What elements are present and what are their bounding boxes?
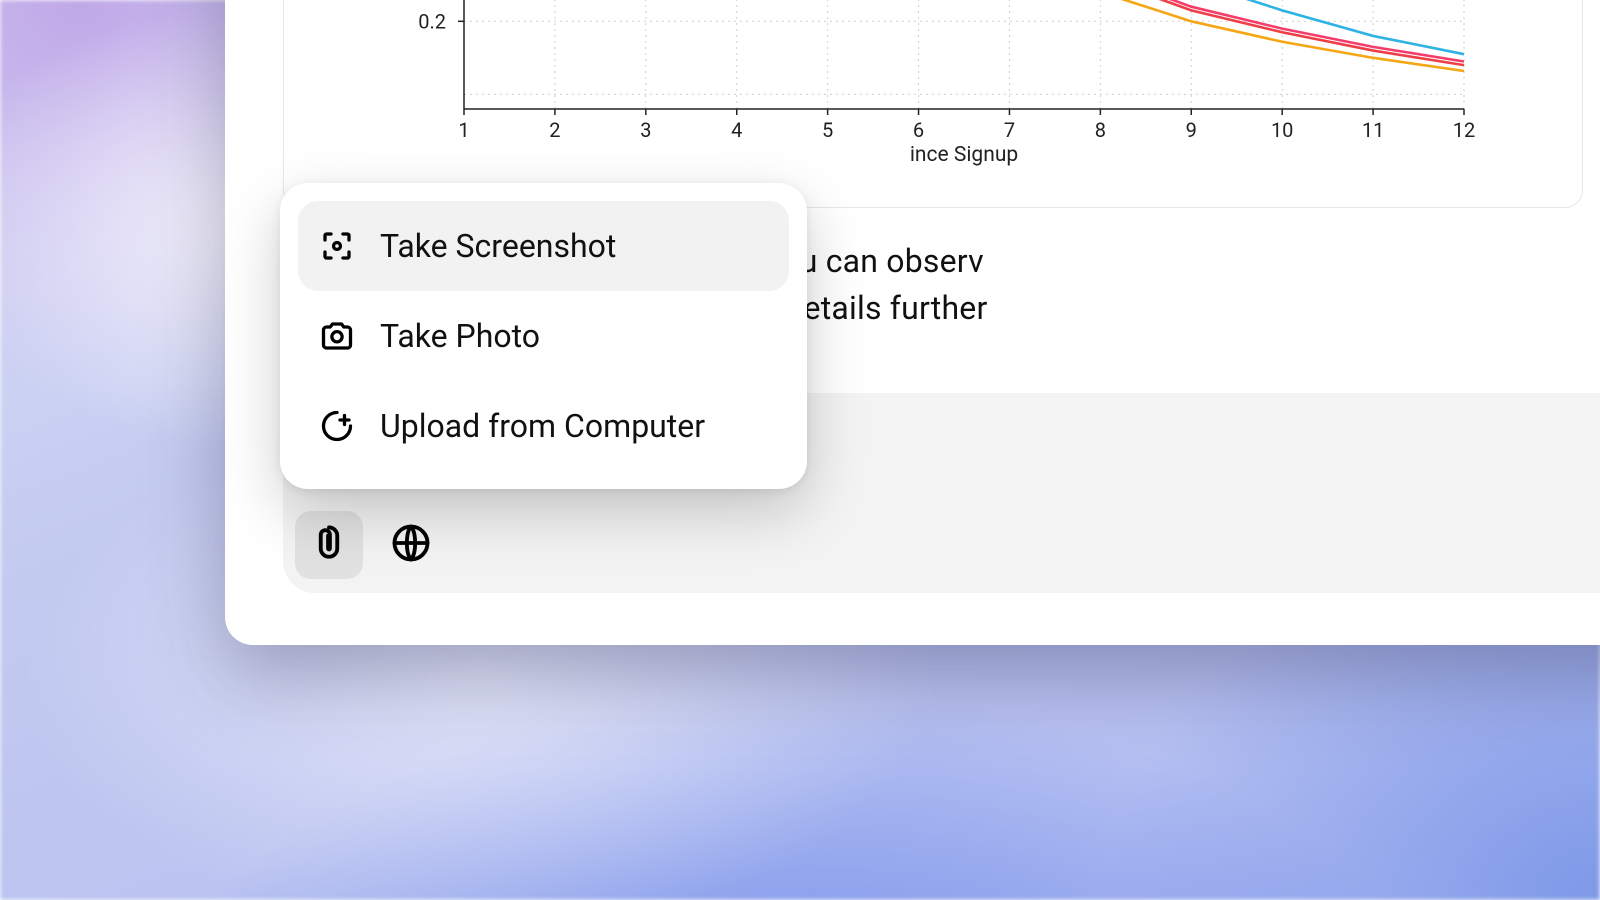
- svg-text:0.2: 0.2: [418, 9, 446, 33]
- web-button[interactable]: [377, 511, 445, 579]
- svg-text:1: 1: [458, 118, 469, 142]
- globe-icon: [389, 521, 433, 569]
- svg-text:4: 4: [731, 118, 742, 142]
- svg-text:7: 7: [1004, 118, 1015, 142]
- svg-text:2: 2: [549, 118, 560, 142]
- menu-item-camera[interactable]: Take Photo: [298, 291, 789, 381]
- svg-text:11: 11: [1362, 118, 1384, 142]
- chart-card: 0.2123456789101112ince Signup: [283, 0, 1583, 208]
- svg-text:6: 6: [913, 118, 924, 142]
- menu-item-screenshot[interactable]: Take Screenshot: [298, 201, 789, 291]
- menu-item-label: Take Photo: [380, 317, 540, 355]
- upload-icon: [318, 407, 356, 445]
- svg-text:8: 8: [1095, 118, 1106, 142]
- camera-icon: [318, 317, 356, 355]
- retention-chart: 0.2123456789101112ince Signup: [384, 0, 1484, 169]
- attach-button[interactable]: [295, 511, 363, 579]
- svg-text:3: 3: [640, 118, 651, 142]
- svg-text:5: 5: [822, 118, 833, 142]
- menu-item-upload[interactable]: Upload from Computer: [298, 381, 789, 471]
- svg-text:12: 12: [1453, 118, 1475, 142]
- menu-item-label: Take Screenshot: [380, 227, 616, 265]
- svg-text:ince Signup: ince Signup: [910, 143, 1018, 167]
- input-toolbar: [295, 511, 445, 579]
- svg-text:10: 10: [1271, 118, 1293, 142]
- svg-text:9: 9: [1186, 118, 1197, 142]
- paperclip-icon: [307, 521, 351, 569]
- attach-menu: Take Screenshot Take Photo Upload from Com…: [280, 183, 807, 489]
- menu-item-label: Upload from Computer: [380, 407, 705, 445]
- screenshot-icon: [318, 227, 356, 265]
